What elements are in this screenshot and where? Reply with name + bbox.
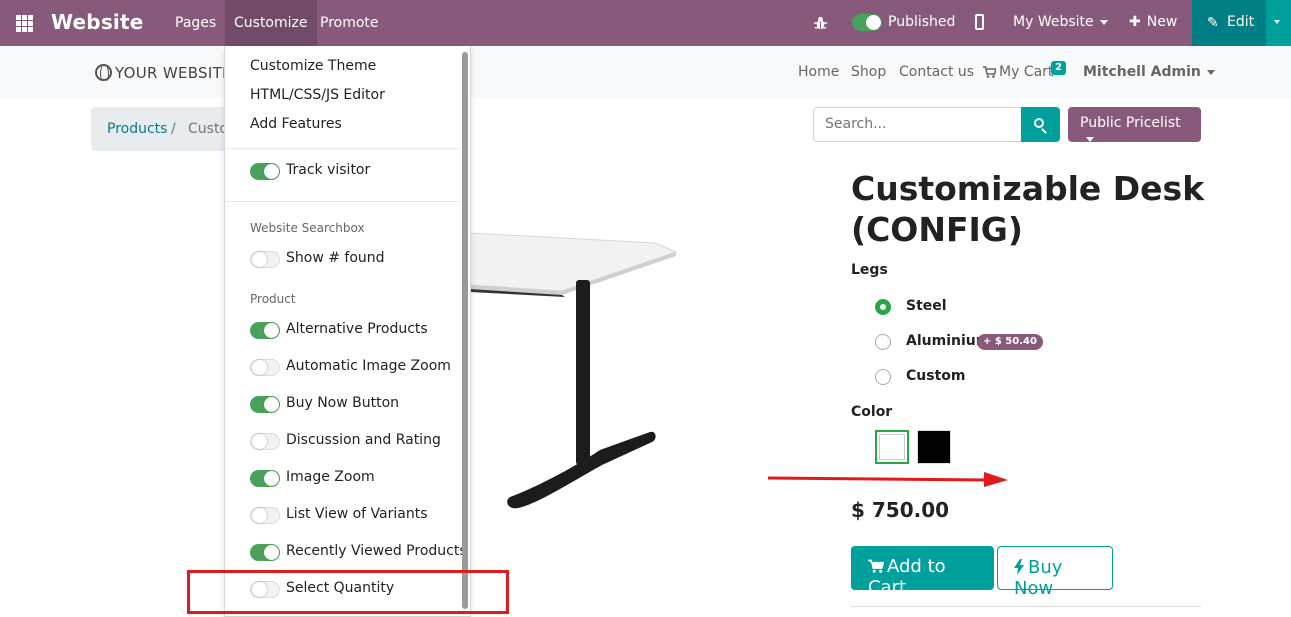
buy-now-button-label[interactable]: Buy Now Button (286, 395, 399, 411)
published-toggle[interactable] (852, 14, 882, 31)
user-menu[interactable]: Mitchell Admin (1083, 64, 1215, 80)
app-title[interactable]: Website (51, 10, 144, 34)
menu-divider (225, 148, 459, 149)
nav-my-cart[interactable]: My Cart (999, 64, 1053, 80)
breadcrumb-products[interactable]: Products (107, 121, 167, 137)
new-button[interactable]: ✚ New (1129, 14, 1177, 30)
search-input[interactable]: Search... (813, 107, 1022, 142)
customize-dropdown-menu: Customize Theme HTML/CSS/JS Editor Add F… (224, 46, 471, 617)
recently-viewed-label[interactable]: Recently Viewed Products (286, 543, 467, 559)
dropdown-scrollbar[interactable] (462, 52, 468, 609)
search-icon (1034, 118, 1044, 128)
image-zoom-label[interactable]: Image Zoom (286, 469, 375, 485)
option-custom-label[interactable]: Custom (906, 368, 965, 384)
menu-promote[interactable]: Promote (311, 0, 388, 46)
show-found-label[interactable]: Show # found (286, 250, 385, 266)
discussion-rating-label[interactable]: Discussion and Rating (286, 432, 441, 448)
chevron-down-icon (1086, 136, 1094, 142)
menu-item-customize-theme[interactable]: Customize Theme (250, 58, 376, 74)
menu-divider (225, 201, 459, 202)
plus-icon: ✚ (1129, 14, 1141, 30)
color-swatch-white[interactable] (875, 430, 909, 464)
alternative-products-switch[interactable] (250, 322, 280, 339)
section-header-product: Product (250, 292, 296, 306)
breadcrumb-separator: / (171, 121, 176, 137)
discussion-rating-switch[interactable] (250, 433, 280, 450)
list-view-variants-switch[interactable] (250, 507, 280, 524)
nav-shop[interactable]: Shop (851, 64, 886, 80)
bolt-icon (1014, 559, 1024, 575)
radio-aluminium[interactable] (875, 334, 891, 350)
section-header-searchbox: Website Searchbox (250, 221, 365, 235)
published-label[interactable]: Published (888, 14, 955, 30)
buy-now-button-switch[interactable] (250, 396, 280, 413)
bug-icon[interactable] (813, 15, 828, 31)
annotation-highlight-box (187, 570, 509, 614)
color-swatch-black[interactable] (917, 430, 951, 464)
radio-steel[interactable] (875, 299, 891, 315)
color-label: Color (851, 404, 893, 420)
cart-icon[interactable] (983, 66, 996, 78)
alternative-products-label[interactable]: Alternative Products (286, 321, 428, 337)
my-website-dropdown[interactable]: My Website (1013, 14, 1108, 30)
edit-button[interactable]: ✎ Edit (1192, 0, 1266, 46)
mobile-preview-icon[interactable] (975, 14, 984, 30)
automatic-image-zoom-label[interactable]: Automatic Image Zoom (286, 358, 451, 374)
price-extra-badge: + $ 50.40 (977, 334, 1043, 350)
apps-grid-icon[interactable] (16, 15, 33, 32)
nav-home[interactable]: Home (798, 64, 839, 80)
list-view-variants-label[interactable]: List View of Variants (286, 506, 428, 522)
product-image[interactable] (470, 225, 685, 525)
menu-item-add-features[interactable]: Add Features (250, 116, 342, 132)
globe-icon (95, 64, 112, 83)
legs-label: Legs (851, 262, 888, 278)
annotation-arrow (767, 472, 1008, 487)
chevron-down-icon (1099, 19, 1108, 25)
pricelist-dropdown[interactable]: Public Pricelist (1068, 107, 1201, 142)
product-title: Customizable Desk (CONFIG) (851, 169, 1205, 249)
cart-icon (866, 559, 885, 573)
divider (851, 606, 1201, 607)
menu-customize[interactable]: Customize (225, 0, 317, 46)
option-steel-label[interactable]: Steel (906, 298, 947, 314)
breadcrumb-current: Custo (188, 121, 228, 137)
track-visitor-switch[interactable] (250, 163, 280, 180)
nav-contact[interactable]: Contact us (899, 64, 974, 80)
chevron-down-icon (1206, 69, 1215, 75)
radio-custom[interactable] (875, 369, 891, 385)
automatic-image-zoom-switch[interactable] (250, 359, 280, 376)
show-found-switch[interactable] (250, 251, 280, 268)
track-visitor-label[interactable]: Track visitor (286, 162, 370, 178)
cart-count-badge: 2 (1051, 61, 1066, 75)
pencil-icon: ✎ (1207, 15, 1219, 31)
image-zoom-switch[interactable] (250, 470, 280, 487)
menu-pages[interactable]: Pages (166, 0, 225, 46)
edit-dropdown-toggle[interactable] (1266, 0, 1291, 46)
site-logo[interactable]: YOUR WEBSITE (115, 64, 232, 82)
product-price: $ 750.00 (851, 498, 950, 522)
add-to-cart-button[interactable]: Add to Cart (851, 546, 994, 598)
admin-navbar: Website Pages Customize Promote Publishe… (0, 0, 1291, 46)
buy-now-button[interactable]: Buy Now (997, 546, 1113, 599)
recently-viewed-switch[interactable] (250, 544, 280, 561)
menu-item-code-editor[interactable]: HTML/CSS/JS Editor (250, 87, 385, 103)
website-header: YOUR WEBSITE Home Shop Contact us My Car… (0, 46, 1291, 98)
search-button[interactable] (1021, 107, 1060, 142)
